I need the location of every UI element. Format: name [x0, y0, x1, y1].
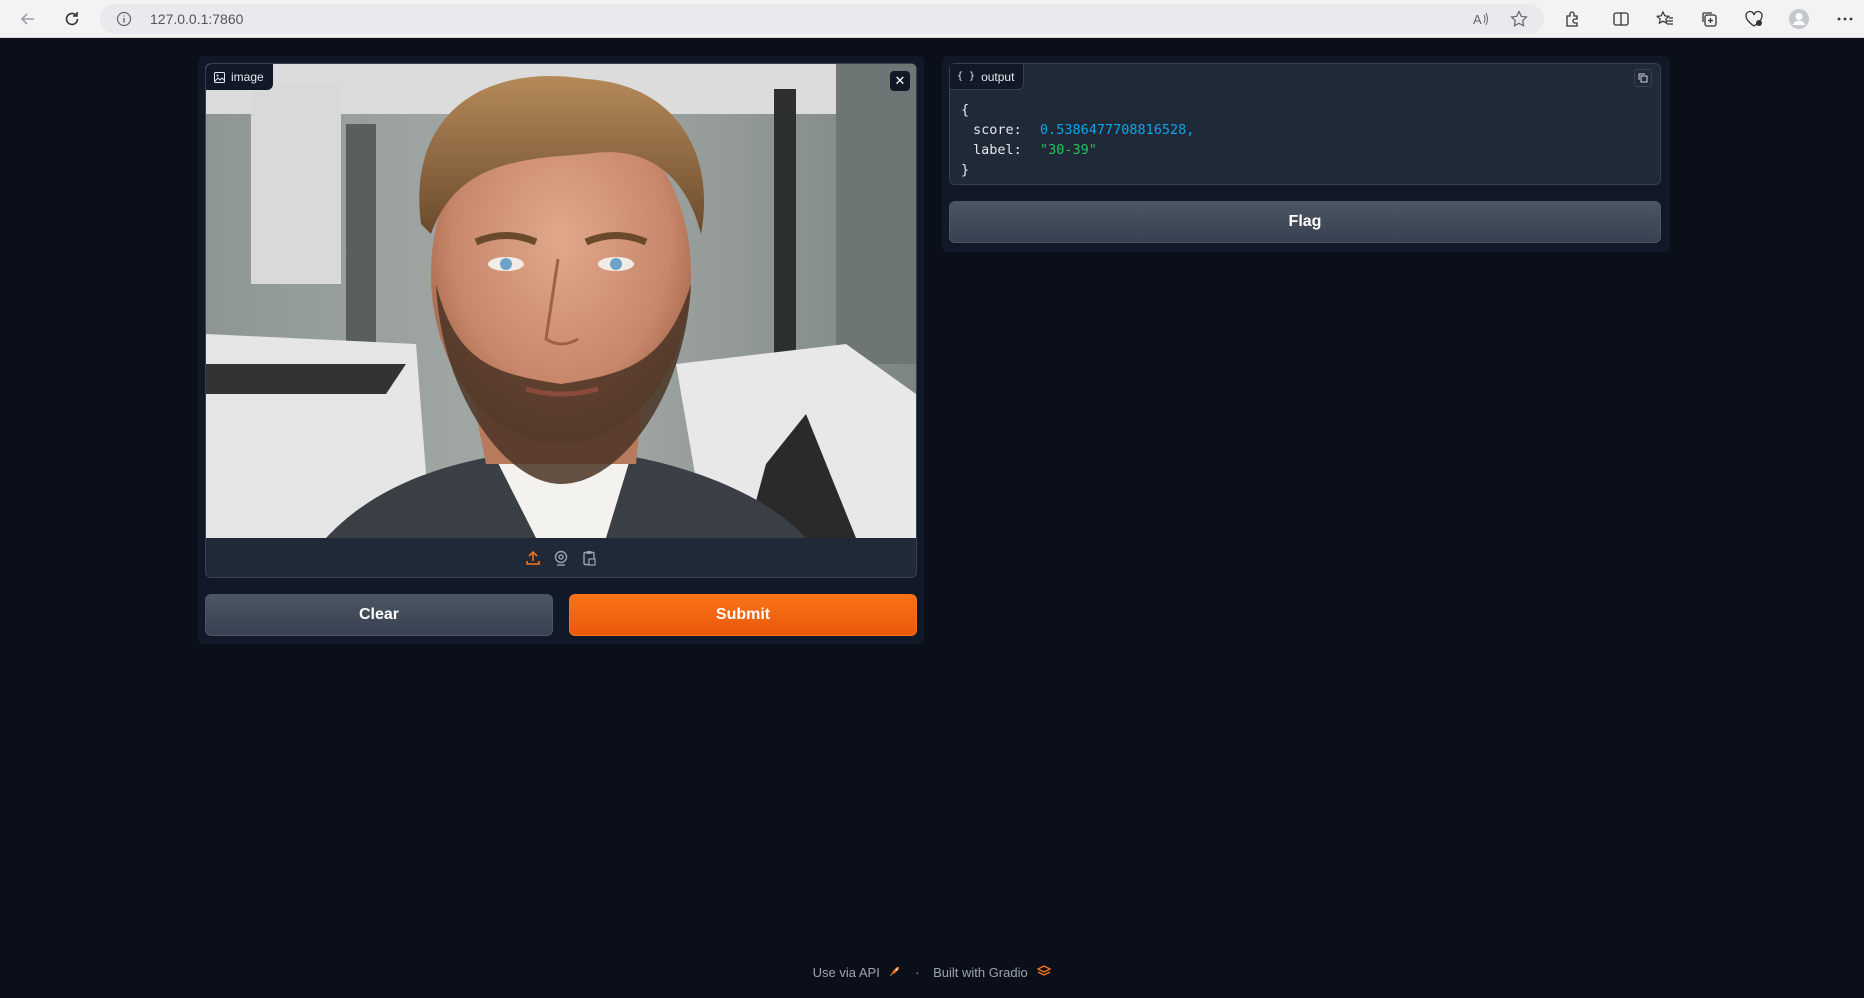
json-label: output [981, 69, 1015, 84]
json-label-value: "30-39" [1040, 142, 1097, 158]
flag-button[interactable]: Flag [949, 201, 1661, 243]
extensions-icon[interactable] [1560, 6, 1586, 32]
url-text: 127.0.0.1:7860 [150, 11, 244, 27]
image-label-badge: image [206, 64, 273, 90]
clipboard-button[interactable] [580, 549, 598, 567]
upload-icon [526, 550, 540, 565]
address-bar[interactable]: 127.0.0.1:7860 A [100, 4, 1544, 34]
profile-avatar-icon[interactable] [1786, 6, 1812, 32]
json-label-key: label: [973, 142, 1022, 158]
webcam-icon [554, 550, 568, 566]
json-output: { } output { score: 0.5386477708816528, l… [949, 63, 1661, 185]
submit-button[interactable]: Submit [569, 594, 917, 636]
site-info-icon[interactable] [116, 11, 132, 27]
json-open-brace[interactable]: { [961, 100, 1194, 120]
use-via-api-link[interactable]: Use via API [813, 965, 880, 980]
copy-icon [1638, 73, 1648, 83]
json-score-line: score: 0.5386477708816528, [961, 120, 1194, 140]
image-source-toolbar [206, 538, 916, 577]
reload-icon [65, 12, 79, 26]
read-aloud-icon[interactable]: A [1472, 10, 1490, 28]
image-label: image [231, 70, 264, 84]
image-input[interactable]: image ✕ [205, 63, 917, 578]
footer: Use via API · Built with Gradio [0, 964, 1864, 980]
copy-json-button[interactable] [1634, 69, 1652, 87]
browser-essentials-icon[interactable] [1741, 6, 1767, 32]
json-code: { score: 0.5386477708816528, label: "30-39… [961, 100, 1194, 180]
back-arrow-icon [20, 13, 34, 25]
json-label-badge: { } output [950, 64, 1025, 90]
remove-image-button[interactable]: ✕ [890, 71, 910, 91]
close-icon: ✕ [894, 73, 906, 88]
browser-toolbar: 127.0.0.1:7860 A [0, 0, 1864, 38]
image-icon [214, 71, 225, 83]
more-menu-icon[interactable] [1832, 6, 1858, 32]
json-close-brace[interactable]: } [961, 160, 1194, 180]
svg-text:A: A [1473, 12, 1482, 27]
json-label-line: label: "30-39" [961, 140, 1194, 160]
clipboard-icon [583, 551, 596, 566]
gradio-logo-icon [1036, 965, 1052, 980]
webcam-button[interactable] [552, 549, 570, 567]
upload-button[interactable] [524, 549, 542, 567]
split-screen-icon[interactable] [1608, 6, 1634, 32]
back-button[interactable] [14, 5, 42, 33]
uploaded-portrait-image [206, 64, 916, 538]
clear-button[interactable]: Clear [205, 594, 553, 636]
footer-separator: · [915, 965, 920, 981]
favorites-icon[interactable] [1652, 6, 1678, 32]
json-score-key: score: [973, 122, 1022, 138]
reload-button[interactable] [58, 5, 86, 33]
rocket-icon [889, 965, 901, 980]
built-with-gradio-link[interactable]: Built with Gradio [933, 965, 1028, 980]
json-score-value: 0.5386477708816528, [1040, 122, 1195, 138]
json-braces-icon: { } [957, 71, 976, 82]
favorite-star-icon[interactable] [1510, 10, 1528, 28]
collections-icon[interactable] [1696, 6, 1722, 32]
